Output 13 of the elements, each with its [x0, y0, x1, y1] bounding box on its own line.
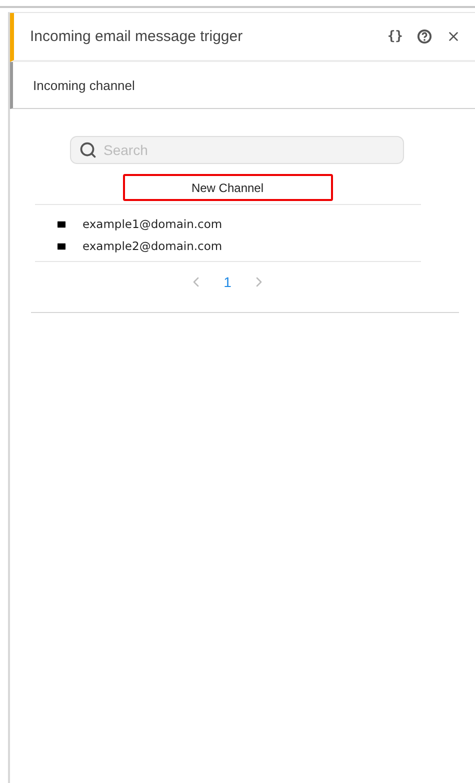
channel-address[interactable]: example1@domain.com: [82, 217, 222, 231]
search-field[interactable]: Search: [70, 136, 404, 164]
help-icon: [417, 29, 432, 44]
section-title: Incoming channel: [33, 78, 135, 92]
code-button[interactable]: {}: [387, 29, 403, 44]
close-button[interactable]: [446, 29, 461, 44]
channel-address[interactable]: example2@domain.com: [82, 239, 222, 253]
help-button[interactable]: [417, 29, 432, 44]
new-channel-button[interactable]: New Channel: [122, 174, 332, 201]
search-icon: [78, 141, 96, 159]
page-button[interactable]: 1: [224, 274, 232, 290]
panel-title: Incoming email message trigger: [30, 28, 244, 45]
search-input[interactable]: Search: [102, 141, 402, 159]
